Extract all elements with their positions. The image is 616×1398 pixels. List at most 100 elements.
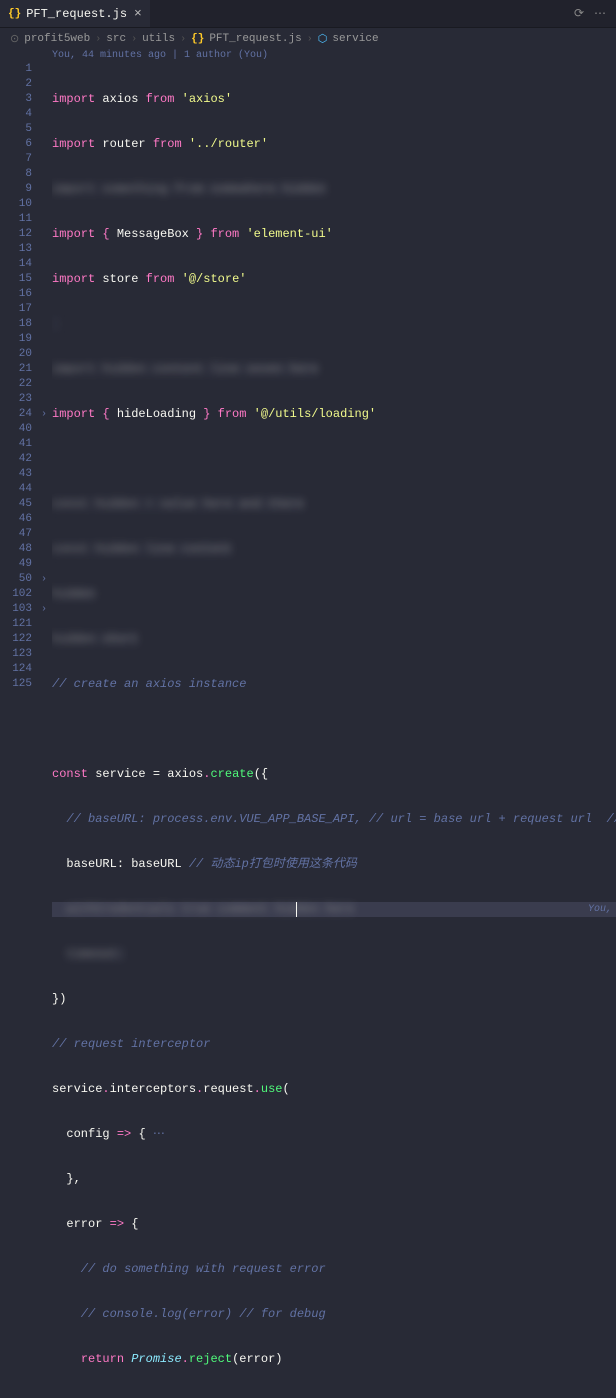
- line-number: 11: [0, 212, 32, 227]
- line-number: 22: [0, 377, 32, 392]
- breadcrumb[interactable]: ⊙ profit5web › src › utils › {} PFT_requ…: [0, 28, 616, 50]
- breadcrumb-item[interactable]: src: [106, 33, 126, 45]
- line-number: 40: [0, 422, 32, 437]
- line-number: 50: [0, 572, 32, 587]
- code-content[interactable]: import axios from 'axios' import router …: [52, 62, 616, 1398]
- compare-icon[interactable]: ⟳: [574, 6, 584, 21]
- fold-placeholder: [36, 272, 52, 287]
- fold-placeholder: [36, 437, 52, 452]
- chevron-right-icon: ›: [95, 34, 101, 45]
- variable-icon: ⬡: [318, 32, 328, 46]
- line-number: 121: [0, 617, 32, 632]
- line-number: 23: [0, 392, 32, 407]
- line-number: 17: [0, 302, 32, 317]
- close-icon[interactable]: ×: [134, 6, 142, 21]
- line-number: 46: [0, 512, 32, 527]
- line-number: 41: [0, 437, 32, 452]
- line-number: 8: [0, 167, 32, 182]
- fold-placeholder: [36, 62, 52, 77]
- fold-collapsed-icon[interactable]: ›: [36, 602, 52, 617]
- fold-placeholder: [36, 617, 52, 632]
- line-number: 1: [0, 62, 32, 77]
- line-number: 14: [0, 257, 32, 272]
- fold-placeholder: [36, 662, 52, 677]
- line-number: 47: [0, 527, 32, 542]
- blurred-line: hidden short: [52, 632, 138, 646]
- more-icon[interactable]: ⋯: [594, 6, 606, 21]
- line-number: 15: [0, 272, 32, 287]
- fold-placeholder: [36, 257, 52, 272]
- chevron-right-icon: ›: [180, 34, 186, 45]
- fold-placeholder: [36, 587, 52, 602]
- fold-placeholder: [36, 332, 52, 347]
- fold-placeholder: [36, 467, 52, 482]
- fold-placeholder: [36, 242, 52, 257]
- breadcrumb-file[interactable]: PFT_request.js: [209, 33, 301, 45]
- fold-placeholder: [36, 197, 52, 212]
- fold-placeholder: [36, 647, 52, 662]
- fold-placeholder: [36, 527, 52, 542]
- line-number: 48: [0, 542, 32, 557]
- line-number: 123: [0, 647, 32, 662]
- fold-placeholder: [36, 107, 52, 122]
- code-editor[interactable]: 1234567891011121314151617181920212223244…: [0, 62, 616, 1398]
- line-number: 3: [0, 92, 32, 107]
- chevron-right-icon: ›: [131, 34, 137, 45]
- line-number: 7: [0, 152, 32, 167]
- fold-placeholder: [36, 302, 52, 317]
- line-number: 20: [0, 347, 32, 362]
- breadcrumb-symbol[interactable]: service: [332, 33, 378, 45]
- fold-collapsed-icon[interactable]: ›: [36, 407, 52, 422]
- fold-placeholder: [36, 377, 52, 392]
- breadcrumb-item[interactable]: profit5web: [24, 33, 90, 45]
- gitlens-blame: You, 44 minutes ago | 1 author (You): [0, 50, 616, 62]
- gitlens-inline-blame: You,: [588, 902, 612, 917]
- fold-placeholder: [36, 212, 52, 227]
- line-number: 9: [0, 182, 32, 197]
- fold-placeholder: [36, 392, 52, 407]
- fold-placeholder: [36, 167, 52, 182]
- fold-placeholder: [36, 677, 52, 692]
- line-number: 21: [0, 362, 32, 377]
- line-number: 10: [0, 197, 32, 212]
- fold-placeholder: [36, 347, 52, 362]
- line-number: 6: [0, 137, 32, 152]
- blurred-line: const hidden = value here and there: [52, 497, 304, 511]
- fold-placeholder: [36, 482, 52, 497]
- line-number: 18: [0, 317, 32, 332]
- blurred-line: hidden: [52, 587, 95, 601]
- line-number: 2: [0, 77, 32, 92]
- fold-placeholder: [36, 422, 52, 437]
- blurred-line: withCredentials true comment hidden here: [66, 902, 354, 916]
- fold-placeholder: [36, 122, 52, 137]
- fold-placeholder: [36, 512, 52, 527]
- js-file-icon: {}: [191, 33, 204, 45]
- tab-active[interactable]: {} PFT_request.js ×: [0, 0, 150, 27]
- project-icon: ⊙: [10, 32, 19, 46]
- line-number: 13: [0, 242, 32, 257]
- fold-placeholder: [36, 152, 52, 167]
- line-number: 43: [0, 467, 32, 482]
- line-number: 5: [0, 122, 32, 137]
- js-file-icon: {}: [8, 8, 21, 20]
- blurred-line: import hidden content line seven here: [52, 362, 318, 376]
- line-number: 44: [0, 482, 32, 497]
- blurred-line: timeout:: [66, 947, 124, 961]
- line-number: 16: [0, 287, 32, 302]
- line-number: 12: [0, 227, 32, 242]
- line-number: 45: [0, 497, 32, 512]
- fold-placeholder: [36, 137, 52, 152]
- breadcrumb-item[interactable]: utils: [142, 33, 175, 45]
- fold-placeholder: [36, 182, 52, 197]
- tab-bar: {} PFT_request.js × ⟳ ⋯: [0, 0, 616, 28]
- tab-actions: ⟳ ⋯: [574, 6, 616, 21]
- line-number: 122: [0, 632, 32, 647]
- line-number-gutter: 1234567891011121314151617181920212223244…: [0, 62, 36, 1398]
- blurred-line: import something from somewhere hidden: [52, 182, 326, 196]
- text-cursor: [296, 902, 297, 917]
- fold-collapsed-icon[interactable]: ›: [36, 572, 52, 587]
- blurred-line: [52, 317, 59, 331]
- fold-placeholder: [36, 497, 52, 512]
- fold-placeholder: [36, 557, 52, 572]
- fold-placeholder: [36, 227, 52, 242]
